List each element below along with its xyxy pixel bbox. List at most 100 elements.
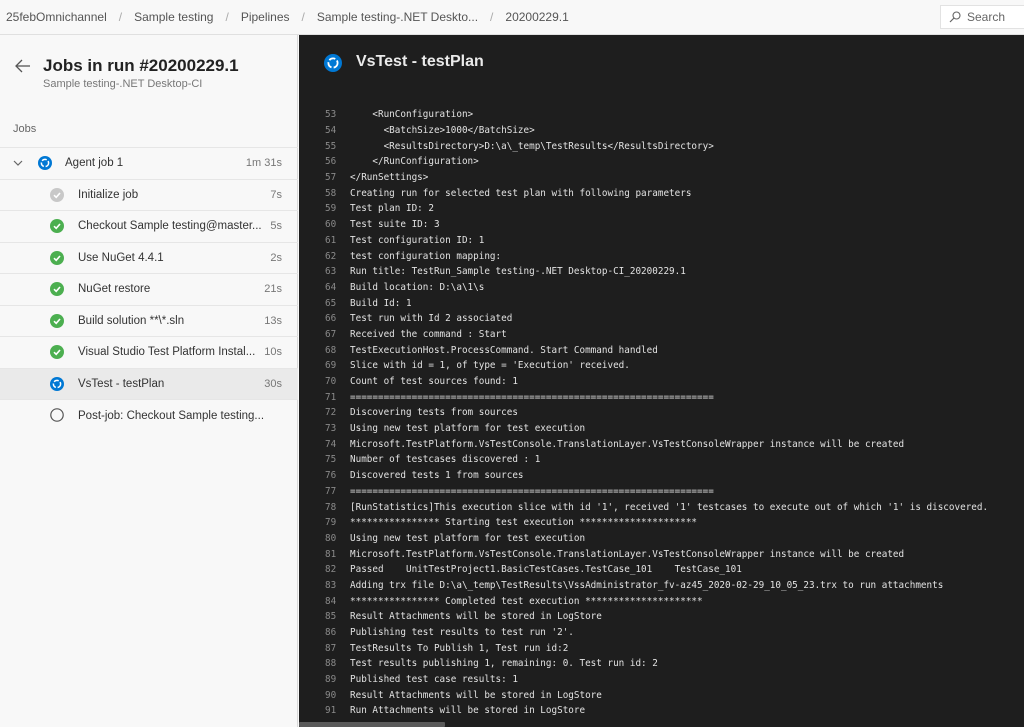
log-line-text: Using new test platform for test executi…: [350, 532, 586, 544]
log-line: 90 Result Attachments will be stored in L…: [299, 687, 1024, 703]
log-line-number: 58: [325, 187, 337, 199]
log-line: 56 </RunConfiguration>: [299, 154, 1024, 170]
step-row[interactable]: Initialize job 7s: [0, 180, 298, 211]
log-line: 60 Test suite ID: 3: [299, 217, 1024, 233]
step-row[interactable]: Checkout Sample testing@master... 5s: [0, 211, 298, 243]
log-line-number: 65: [325, 297, 337, 309]
breadcrumb-pipeline[interactable]: Sample testing-.NET Deskto...: [317, 10, 478, 24]
log-line: 57 </RunSettings>: [299, 170, 1024, 186]
check-circle-icon: [50, 282, 64, 296]
log-line: 54 <BatchSize>1000</BatchSize>: [299, 123, 1024, 139]
log-line-number: 55: [325, 140, 337, 152]
log-line-number: 73: [325, 423, 337, 435]
log-line-text: Discovering tests from sources: [350, 407, 518, 419]
breadcrumb-project[interactable]: Sample testing: [134, 10, 213, 24]
log-line-text: Result Attachments will be stored in Log…: [350, 689, 602, 701]
log-line-text: ========================================…: [350, 391, 714, 403]
step-duration: 21s: [264, 283, 282, 296]
running-status-icon: [50, 376, 64, 391]
log-line: 74 Microsoft.TestPlatform.VsTestConsole.T…: [299, 436, 1024, 452]
step-duration: 2s: [270, 251, 282, 264]
log-line: 67 Received the command : Start: [299, 327, 1024, 343]
log-output[interactable]: 53 <RunConfiguration> 54 <BatchSize>1000<…: [299, 107, 1024, 719]
log-line-number: 70: [325, 376, 337, 388]
breadcrumb-run[interactable]: 20200229.1: [505, 10, 568, 24]
log-title: VsTest - testPlan: [356, 53, 484, 70]
log-line-text: Test suite ID: 3: [350, 219, 440, 231]
breadcrumb-org[interactable]: 25febOmnichannel: [6, 10, 107, 24]
log-line-number: 72: [325, 407, 337, 419]
horizontal-scrollbar[interactable]: [299, 722, 445, 727]
step-row[interactable]: Build solution **\*.sln 13s: [0, 306, 298, 337]
log-line-text: Slice with id = 1, of type = 'Execution'…: [350, 360, 630, 372]
pending-circle-icon: [50, 408, 64, 422]
log-line: 78 [RunStatistics]This execution slice wi…: [299, 499, 1024, 515]
log-line-text: Number of testcases discovered : 1: [350, 454, 541, 466]
log-line-text: Test configuration ID: 1: [350, 234, 485, 246]
log-line-number: 64: [325, 281, 337, 293]
breadcrumb: 25febOmnichannel / Sample testing / Pipe…: [0, 10, 569, 24]
jobs-list: Agent job 1 1m 31s Initialize job 7s Che…: [0, 147, 298, 432]
log-line-text: Count of test sources found: 1: [350, 376, 518, 388]
step-row-selected[interactable]: VsTest - testPlan 30s: [0, 368, 298, 400]
log-line-number: 66: [325, 313, 337, 325]
check-circle-icon: [50, 250, 64, 265]
log-line-text: Discovered tests 1 from sources: [350, 470, 524, 482]
log-line: 59 Test plan ID: 2: [299, 201, 1024, 217]
log-line-text: <RunConfiguration>: [350, 109, 474, 121]
log-line: 72 Discovering tests from sources: [299, 405, 1024, 421]
log-line-text: Published test case results: 1: [350, 674, 518, 686]
log-line-text: <ResultsDirectory>D:\a\_temp\TestResults…: [350, 140, 714, 152]
step-duration: 7s: [270, 188, 282, 201]
log-line: 68 TestExecutionHost.ProcessCommand. Star…: [299, 342, 1024, 358]
log-line-text: Publishing test results to test run '2'.: [350, 627, 574, 639]
log-line-text: Using new test platform for test executi…: [350, 423, 586, 435]
log-line: 63 Run title: TestRun_Sample testing-.NET…: [299, 264, 1024, 280]
log-line: 62 test configuration mapping:: [299, 248, 1024, 264]
step-row[interactable]: NuGet restore 21s: [0, 274, 298, 306]
log-line: 65 Build Id: 1: [299, 295, 1024, 311]
step-row[interactable]: Post-job: Checkout Sample testing...: [0, 400, 298, 432]
breadcrumb-pipelines[interactable]: Pipelines: [241, 10, 290, 24]
page-title: Jobs in run #20200229.1: [43, 56, 239, 75]
chevron-down-icon[interactable]: [12, 157, 24, 169]
step-row[interactable]: Use NuGet 4.4.1 2s: [0, 243, 298, 274]
log-line-number: 62: [325, 250, 337, 262]
search-box[interactable]: Search: [940, 5, 1024, 29]
top-bar: 25febOmnichannel / Sample testing / Pipe…: [0, 0, 1024, 35]
agent-job-row[interactable]: Agent job 1 1m 31s: [0, 148, 298, 180]
log-line: 55 <ResultsDirectory>D:\a\_temp\TestResu…: [299, 138, 1024, 154]
step-label: Build solution **\*.sln: [78, 314, 185, 327]
log-line: 64 Build location: D:\a\1\s: [299, 280, 1024, 296]
log-line-text: Received the command : Start: [350, 328, 507, 340]
back-arrow-icon[interactable]: [14, 57, 32, 75]
log-line: 75 Number of testcases discovered : 1: [299, 452, 1024, 468]
log-line: 76 Discovered tests 1 from sources: [299, 468, 1024, 484]
log-panel: VsTest - testPlan 53 <RunConfiguration> 5…: [299, 35, 1024, 727]
step-label: NuGet restore: [78, 283, 151, 296]
log-line-text: Adding trx file D:\a\_temp\TestResults\V…: [350, 579, 944, 591]
step-row[interactable]: Visual Studio Test Platform Instal... 10…: [0, 337, 298, 369]
log-line-number: 82: [325, 564, 337, 576]
jobs-panel: Jobs in run #20200229.1 Sample testing-.…: [0, 35, 298, 727]
log-line: 73 Using new test platform for test execu…: [299, 421, 1024, 437]
step-label: Visual Studio Test Platform Instal...: [78, 346, 256, 359]
log-line-text: [RunStatistics]This execution slice with…: [350, 501, 989, 513]
running-status-icon: [324, 54, 342, 72]
log-line-number: 74: [325, 438, 337, 450]
step-duration: 5s: [270, 220, 282, 233]
log-line-number: 53: [325, 109, 337, 121]
agent-job-duration: 1m 31s: [245, 157, 282, 170]
log-line-text: test configuration mapping:: [350, 250, 502, 262]
log-line-text: Microsoft.TestPlatform.VsTestConsole.Tra…: [350, 548, 905, 560]
log-line-text: Test run with Id 2 associated: [350, 313, 513, 325]
log-line-number: 81: [325, 548, 337, 560]
step-duration: 10s: [264, 346, 282, 359]
log-line: 89 Published test case results: 1: [299, 672, 1024, 688]
log-line-text: Run Attachments will be stored in LogSto…: [350, 705, 586, 717]
log-line: 80 Using new test platform for test execu…: [299, 531, 1024, 547]
log-line-text: **************** Completed test executio…: [350, 595, 703, 607]
log-line: 87 TestResults To Publish 1, Test run id:…: [299, 640, 1024, 656]
log-line-number: 83: [325, 579, 337, 591]
log-line-number: 88: [325, 658, 337, 670]
